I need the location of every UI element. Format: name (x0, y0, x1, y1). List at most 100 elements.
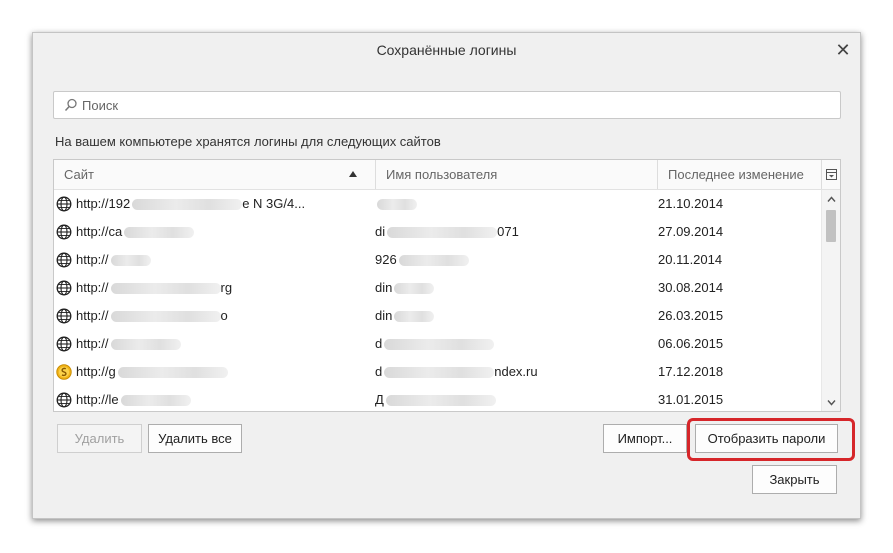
row-username: din (375, 302, 655, 330)
globe-icon (56, 392, 72, 408)
site-url: http://192 (76, 196, 131, 211)
search-box[interactable] (53, 91, 841, 119)
row-date: 31.01.2015 (658, 392, 724, 407)
row-date: 30.08.2014 (658, 280, 724, 295)
site-url: http://ca (76, 224, 123, 239)
site-url: http://le (76, 392, 119, 407)
row-site: http:// o (76, 302, 371, 330)
username-suffix: 071 (497, 224, 519, 239)
import-button[interactable]: Импорт... (603, 424, 687, 453)
remove-all-button[interactable]: Удалить все (148, 424, 242, 453)
table-scrollbar[interactable] (821, 190, 840, 411)
row-date: 20.11.2014 (658, 252, 723, 267)
column-picker-icon (826, 169, 837, 180)
table-row[interactable]: http://g d ndex.ru 17.12.2018 (54, 358, 822, 386)
username-text: d (375, 364, 383, 379)
globe-icon (56, 224, 72, 240)
table-row[interactable]: http://ca di 071 27.09.2014 (54, 218, 822, 246)
scroll-up-icon[interactable] (827, 195, 836, 204)
table-row[interactable]: http:// o din 26.03.2015 (54, 302, 822, 330)
yandex-coin-icon (56, 364, 72, 380)
row-site: http://192 e N 3G/4... (76, 190, 371, 218)
table-row[interactable]: http://le Д 31.01.2015 (54, 386, 822, 411)
row-username: Д (375, 386, 655, 411)
row-username: d ndex.ru (375, 358, 655, 386)
site-url: http:// (76, 308, 109, 323)
redacted-text (117, 367, 228, 379)
column-header-site[interactable]: Сайт (54, 160, 375, 189)
search-input[interactable] (82, 92, 822, 118)
redacted-text (385, 395, 496, 407)
site-url-suffix: o (220, 308, 228, 323)
remove-button[interactable]: Удалить (57, 424, 142, 453)
table-row[interactable]: http:// d 06.06.2015 (54, 330, 822, 358)
table-row[interactable]: http:// rg din 30.08.2014 (54, 274, 822, 302)
row-username (375, 190, 655, 218)
table-header: Сайт Имя пользователя Последнее изменени… (54, 160, 840, 190)
username-text: Д (375, 392, 384, 407)
search-icon (64, 98, 77, 112)
username-text: di (375, 224, 386, 239)
redacted-text (398, 255, 469, 267)
redacted-text (394, 283, 435, 295)
row-site: http://g (76, 358, 371, 386)
username-text: 926 (375, 252, 397, 267)
column-header-changed[interactable]: Последнее изменение (657, 160, 822, 189)
redacted-text (110, 283, 221, 295)
redacted-text (110, 255, 151, 267)
row-site: http://le (76, 386, 371, 411)
globe-icon (56, 196, 72, 212)
table-row[interactable]: http://192 e N 3G/4... 21.10.2014 (54, 190, 822, 218)
row-site: http:// rg (76, 274, 371, 302)
row-username: din (375, 274, 655, 302)
redacted-text (110, 311, 221, 323)
redacted-text (377, 199, 417, 211)
logins-table: Сайт Имя пользователя Последнее изменени… (53, 159, 841, 412)
redacted-text (387, 227, 498, 239)
row-date: 17.12.2018 (658, 364, 724, 379)
site-url-suffix: rg (220, 280, 233, 295)
globe-icon (56, 336, 72, 352)
redacted-text (132, 199, 243, 211)
row-username: d (375, 330, 655, 358)
column-header-username[interactable]: Имя пользователя (375, 160, 657, 189)
site-url: http://g (76, 364, 116, 379)
close-icon[interactable]: ✕ (832, 39, 854, 61)
row-date: 06.06.2015 (658, 336, 724, 351)
row-username: 926 (375, 246, 655, 274)
row-site: http:// (76, 246, 371, 274)
close-button[interactable]: Закрыть (752, 465, 837, 494)
username-text: d (375, 336, 383, 351)
table-row[interactable]: http:// 926 20.11.2014 (54, 246, 822, 274)
info-text: На вашем компьютере хранятся логины для … (55, 134, 441, 149)
scroll-down-icon[interactable] (827, 398, 836, 407)
sort-ascending-icon (349, 171, 357, 177)
site-url-suffix: e N 3G/4... (242, 196, 306, 211)
column-picker-button[interactable] (821, 160, 840, 189)
redacted-text (120, 395, 191, 407)
saved-logins-dialog: Сохранённые логины ✕ На вашем компьютере… (32, 32, 861, 519)
site-url: http:// (76, 336, 109, 351)
row-date: 27.09.2014 (658, 224, 724, 239)
row-date: 26.03.2015 (658, 308, 724, 323)
globe-icon (56, 280, 72, 296)
redacted-text (124, 227, 195, 239)
row-site: http://ca (76, 218, 371, 246)
scrollbar-thumb[interactable] (826, 210, 836, 242)
show-passwords-button[interactable]: Отобразить пароли (695, 424, 838, 453)
table-body: http://192 e N 3G/4... 21.10.2014 http://… (54, 190, 822, 411)
site-url: http:// (76, 252, 109, 267)
redacted-text (110, 339, 181, 351)
username-text: din (375, 280, 393, 295)
site-url: http:// (76, 280, 109, 295)
row-username: di 071 (375, 218, 655, 246)
redacted-text (394, 311, 435, 323)
username-suffix: ndex.ru (494, 364, 538, 379)
globe-icon (56, 308, 72, 324)
row-site: http:// (76, 330, 371, 358)
globe-icon (56, 252, 72, 268)
redacted-text (384, 367, 495, 379)
row-date: 21.10.2014 (658, 196, 724, 211)
username-text: din (375, 308, 393, 323)
redacted-text (384, 339, 495, 351)
